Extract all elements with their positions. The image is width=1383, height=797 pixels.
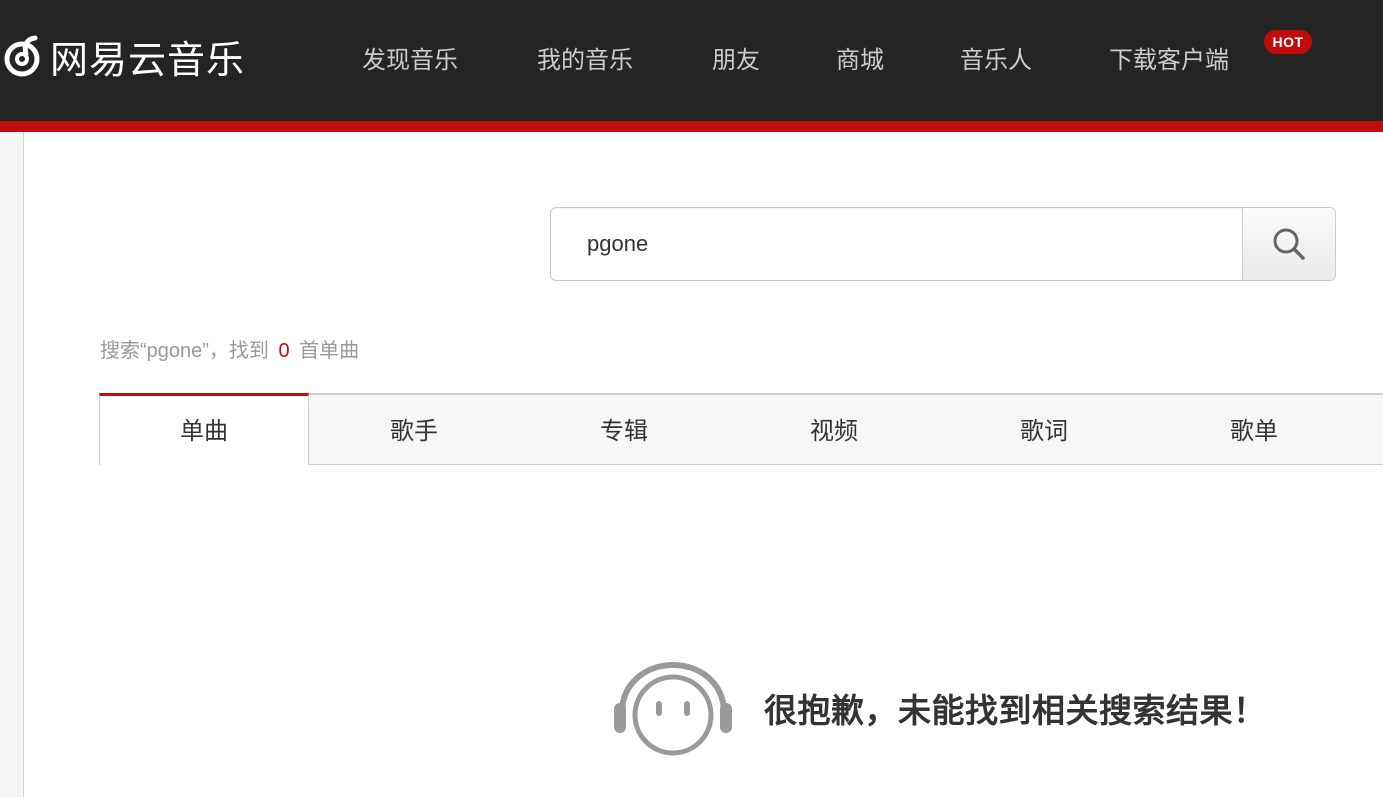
- nav-musician[interactable]: 音乐人: [960, 40, 1032, 75]
- nav-discover-music[interactable]: 发现音乐: [362, 40, 458, 75]
- search-result-summary: 搜索“pgone”，找到 0 首单曲: [100, 334, 359, 363]
- tab-songs[interactable]: 单曲: [99, 393, 309, 465]
- tab-videos[interactable]: 视频: [729, 395, 939, 465]
- headphones-face-icon: [614, 661, 732, 756]
- top-navigation-bar: 网易云音乐 发现音乐 我的音乐 朋友 商城 音乐人 下载客户端 HOT: [0, 0, 1383, 121]
- nav-friends[interactable]: 朋友: [712, 40, 760, 75]
- empty-result-message: 很抱歉，未能找到相关搜索结果！: [764, 691, 1267, 730]
- tab-albums[interactable]: 专辑: [519, 395, 729, 465]
- left-gutter: [0, 132, 24, 797]
- tab-lyrics[interactable]: 歌词: [939, 395, 1149, 465]
- search-bar: [550, 207, 1336, 281]
- result-count: 0: [278, 340, 290, 362]
- search-button[interactable]: [1242, 208, 1335, 280]
- search-input[interactable]: [569, 218, 1247, 270]
- netease-music-logo-icon: [4, 35, 40, 77]
- accent-divider: [0, 121, 1383, 132]
- nav-store[interactable]: 商城: [836, 40, 884, 75]
- brand-name: 网易云音乐: [50, 37, 246, 82]
- result-type-tabs: 单曲 歌手 专辑 视频 歌词 歌单: [99, 393, 1383, 465]
- summary-prefix: 搜索“pgone”，找到: [100, 340, 269, 362]
- tab-artists[interactable]: 歌手: [309, 395, 519, 465]
- hot-badge: HOT: [1264, 30, 1312, 54]
- brand-logo[interactable]: 网易云音乐: [0, 28, 245, 84]
- nav-my-music[interactable]: 我的音乐: [537, 40, 633, 75]
- search-icon: [1273, 228, 1305, 260]
- nav-download-client[interactable]: 下载客户端: [1109, 40, 1229, 75]
- tab-playlists[interactable]: 歌单: [1149, 395, 1359, 465]
- summary-suffix: 首单曲: [299, 340, 360, 362]
